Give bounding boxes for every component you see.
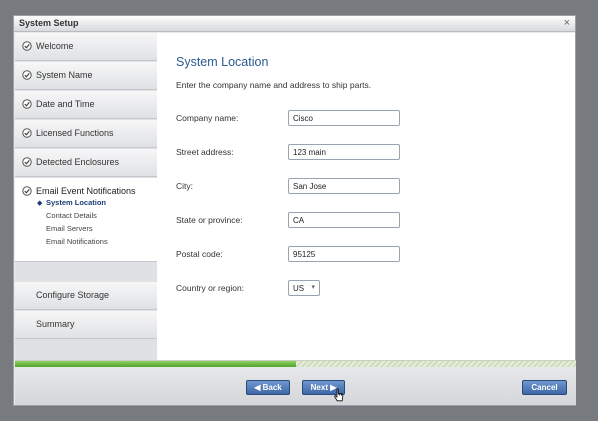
sidebar-item-date-time[interactable]: Date and Time: [15, 91, 157, 119]
check-circle-icon: [22, 99, 32, 109]
page-intro: Enter the company name and address to sh…: [176, 80, 372, 90]
sidebar-item-label: Detected Enclosures: [36, 157, 120, 167]
sidebar-item-detected-enclosures[interactable]: Detected Enclosures: [15, 149, 157, 177]
title-bar: System Setup ×: [14, 16, 575, 32]
page-title: System Location: [176, 55, 269, 69]
city-field[interactable]: [288, 178, 400, 194]
sidebar-item-email-event-notifications[interactable]: Email Event Notifications ◆ System Locat…: [15, 178, 157, 262]
check-circle-icon: [22, 70, 32, 80]
company-name-label: Company name:: [176, 113, 239, 123]
street-address-label: Street address:: [176, 147, 234, 157]
wizard-sidebar: Welcome System Name Date and Time Licens…: [15, 33, 157, 375]
sidebar-item-configure-storage[interactable]: Configure Storage: [15, 282, 157, 310]
city-label: City:: [176, 181, 193, 191]
company-name-field[interactable]: [288, 110, 400, 126]
check-circle-icon: [22, 41, 32, 51]
check-circle-icon: [22, 157, 32, 167]
substep-email-notifications[interactable]: Email Notifications: [46, 237, 108, 246]
chevron-down-icon: ▾: [311, 284, 315, 291]
state-label: State or province:: [176, 215, 243, 225]
sidebar-item-label: Email Event Notifications: [36, 186, 136, 196]
sidebar-item-welcome[interactable]: Welcome: [15, 33, 157, 61]
substep-system-location[interactable]: System Location: [46, 198, 106, 207]
state-field[interactable]: [288, 212, 400, 228]
back-button[interactable]: ◀ Back: [246, 380, 290, 395]
current-step-arrow-icon: ◆: [37, 200, 43, 207]
sidebar-item-label: Licensed Functions: [36, 128, 114, 138]
cancel-button[interactable]: Cancel: [522, 380, 567, 395]
sidebar-item-label: Summary: [36, 319, 75, 329]
main-panel: System Location Enter the company name a…: [157, 33, 575, 360]
country-select[interactable]: US ▾: [288, 280, 320, 296]
system-setup-dialog: System Setup × Welcome System Name Date …: [13, 15, 576, 406]
postal-code-label: Postal code:: [176, 249, 223, 259]
sidebar-item-label: Welcome: [36, 41, 74, 51]
substep-contact-details[interactable]: Contact Details: [46, 211, 97, 220]
sidebar-item-label: Configure Storage: [36, 290, 110, 300]
mouse-pointer-icon: [334, 388, 344, 402]
postal-code-field[interactable]: [288, 246, 400, 262]
close-icon[interactable]: ×: [564, 17, 570, 29]
sidebar-item-label: System Name: [36, 70, 93, 80]
sidebar-item-system-name[interactable]: System Name: [15, 62, 157, 90]
sidebar-item-summary[interactable]: Summary: [15, 311, 157, 339]
country-select-value: US: [293, 284, 305, 293]
sidebar-item-label: Date and Time: [36, 99, 95, 109]
wizard-footer: ◀ Back Next ▶ Cancel: [15, 367, 576, 405]
check-circle-icon: [22, 128, 32, 138]
wizard-progress-bar: [15, 360, 576, 367]
street-address-field[interactable]: [288, 144, 400, 160]
substep-email-servers[interactable]: Email Servers: [46, 224, 93, 233]
check-circle-icon: [22, 186, 32, 196]
dialog-title: System Setup: [19, 18, 79, 28]
sidebar-item-licensed-functions[interactable]: Licensed Functions: [15, 120, 157, 148]
country-label: Country or region:: [176, 283, 245, 293]
